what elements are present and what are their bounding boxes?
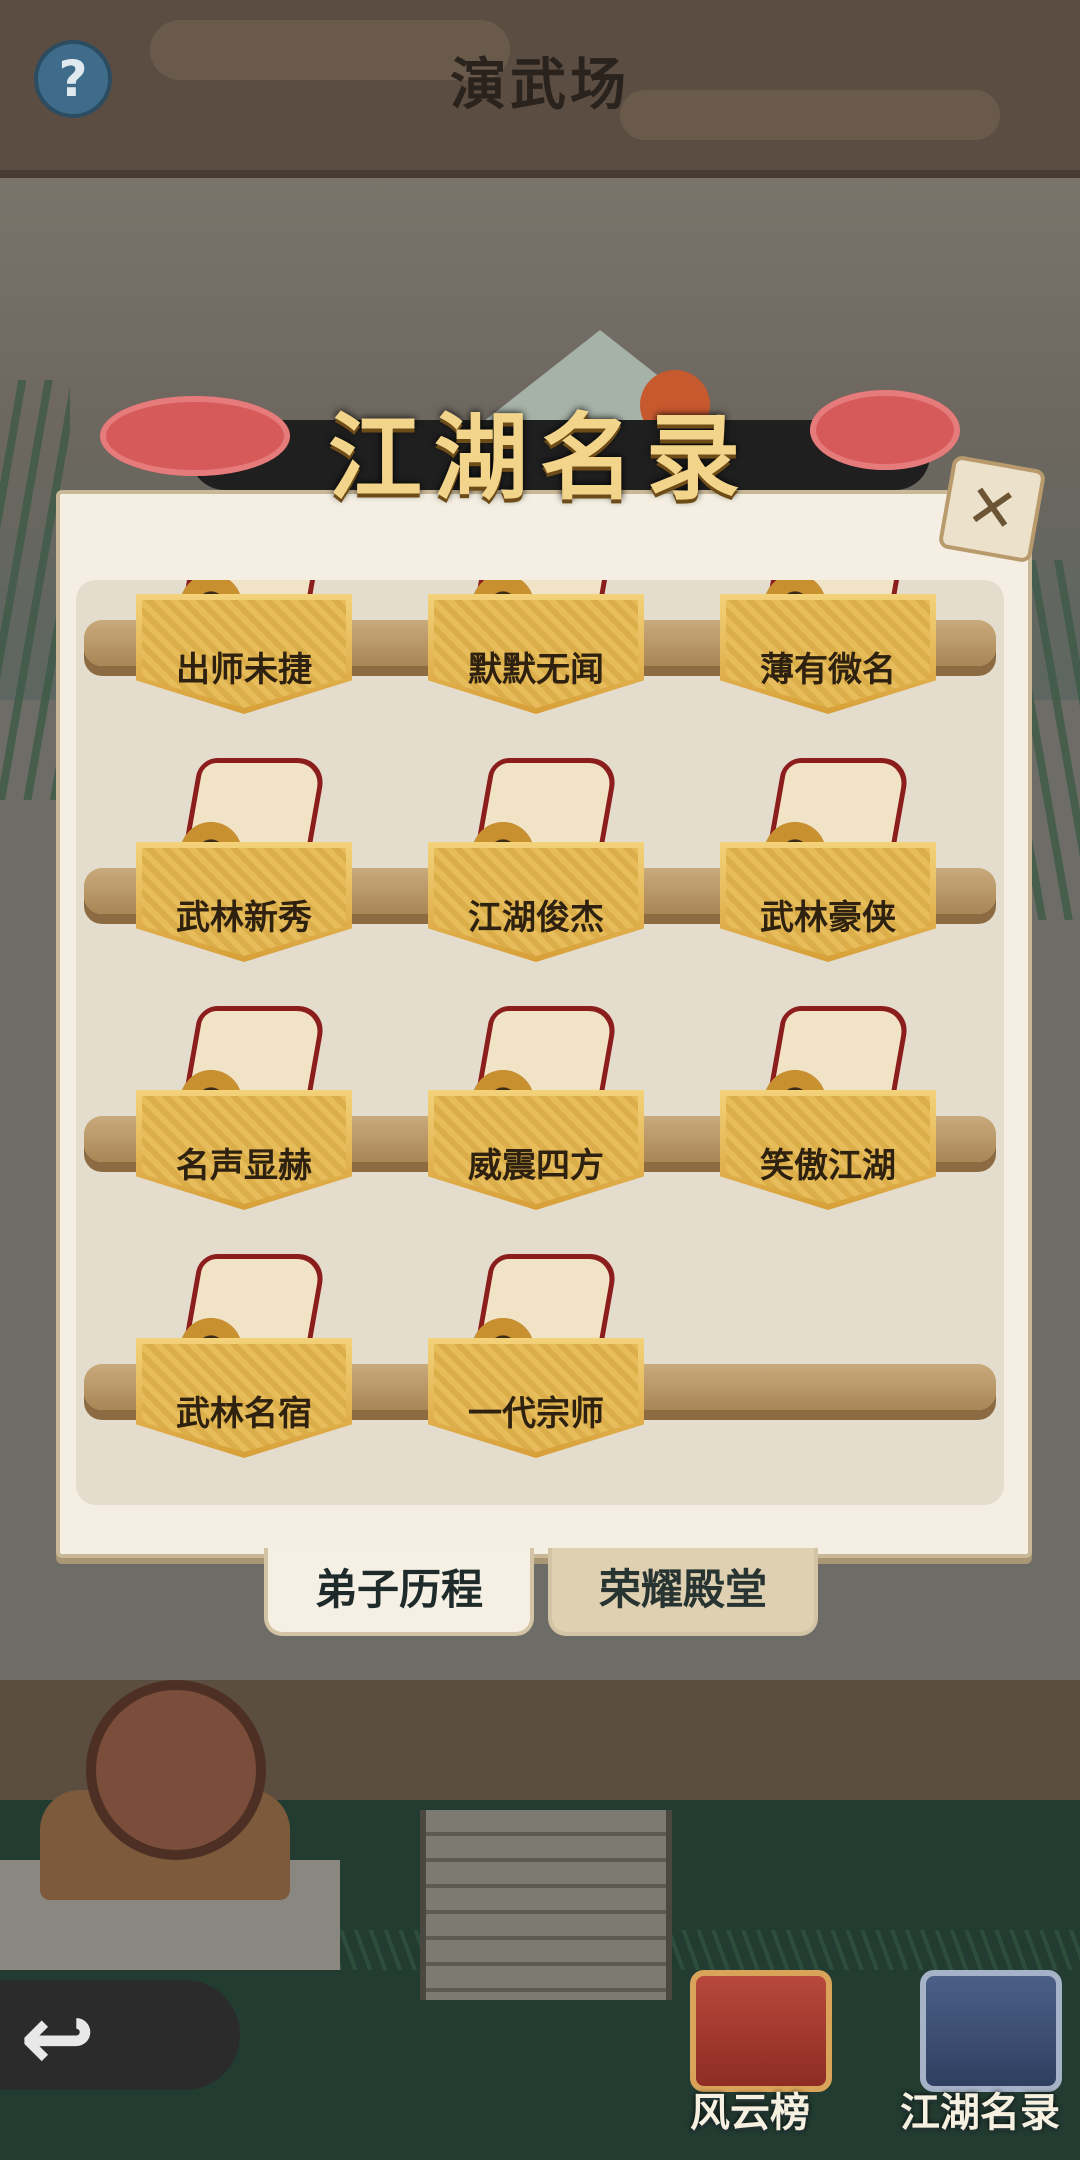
award-card[interactable]: 出师未捷 [136, 580, 352, 722]
book-icon [920, 1970, 1062, 2092]
award-label: 名声显赫 [176, 1146, 312, 1186]
close-icon[interactable]: ✕ [937, 454, 1047, 564]
dialog-title: 江湖名录 [327, 404, 752, 513]
award-label: 薄有微名 [760, 650, 896, 690]
award-label: 一代宗师 [468, 1394, 604, 1434]
tab-hall-of-honor[interactable]: 荣耀殿堂 [548, 1548, 818, 1636]
award-card[interactable]: 薄有微名 [720, 580, 936, 722]
ranking-scroll-icon [690, 1970, 832, 2092]
award-card[interactable]: 一代宗师 [428, 1246, 644, 1466]
jianghu-records-button[interactable]: 江湖名录 [890, 1960, 1070, 2160]
award-label: 出师未捷 [176, 650, 312, 690]
leaderboard-label: 风云榜 [690, 2090, 810, 2136]
award-label: 默默无闻 [468, 650, 604, 690]
award-label: 武林豪侠 [760, 898, 896, 938]
award-card[interactable]: 武林名宿 [136, 1246, 352, 1466]
stairs [420, 1810, 672, 2000]
award-label: 威震四方 [468, 1146, 604, 1186]
award-card[interactable]: 江湖俊杰 [428, 750, 644, 970]
leaderboard-button[interactable]: 风云榜 [660, 1960, 840, 2160]
top-bar: ? 演武场 [0, 0, 1080, 178]
award-card[interactable]: 笑傲江湖 [720, 998, 936, 1218]
award-card[interactable]: 名声显赫 [136, 998, 352, 1218]
award-card[interactable]: 默默无闻 [428, 580, 644, 722]
screen-title: 演武场 [450, 53, 630, 118]
award-card[interactable]: 武林新秀 [136, 750, 352, 970]
back-arrow-icon: ↩ [20, 1986, 96, 2091]
drum [86, 1680, 266, 1860]
jianghu-records-label: 江湖名录 [900, 2090, 1060, 2136]
awards-grid[interactable]: 出师未捷 默默无闻 薄有微名武林新秀 江湖俊杰 武林豪侠名声显赫 威震四方 笑傲江湖武林名宿… [76, 580, 1004, 1505]
award-label: 武林名宿 [176, 1394, 312, 1434]
tab-disciple-journey[interactable]: 弟子历程 [264, 1548, 534, 1636]
dialog-banner: 江湖名录 [40, 300, 1040, 513]
award-label: 笑傲江湖 [760, 1146, 896, 1186]
award-label: 江湖俊杰 [468, 898, 604, 938]
award-label: 武林新秀 [176, 898, 312, 938]
award-card[interactable]: 武林豪侠 [720, 750, 936, 970]
award-card[interactable]: 威震四方 [428, 998, 644, 1218]
back-button[interactable]: ↩ [0, 1980, 240, 2091]
